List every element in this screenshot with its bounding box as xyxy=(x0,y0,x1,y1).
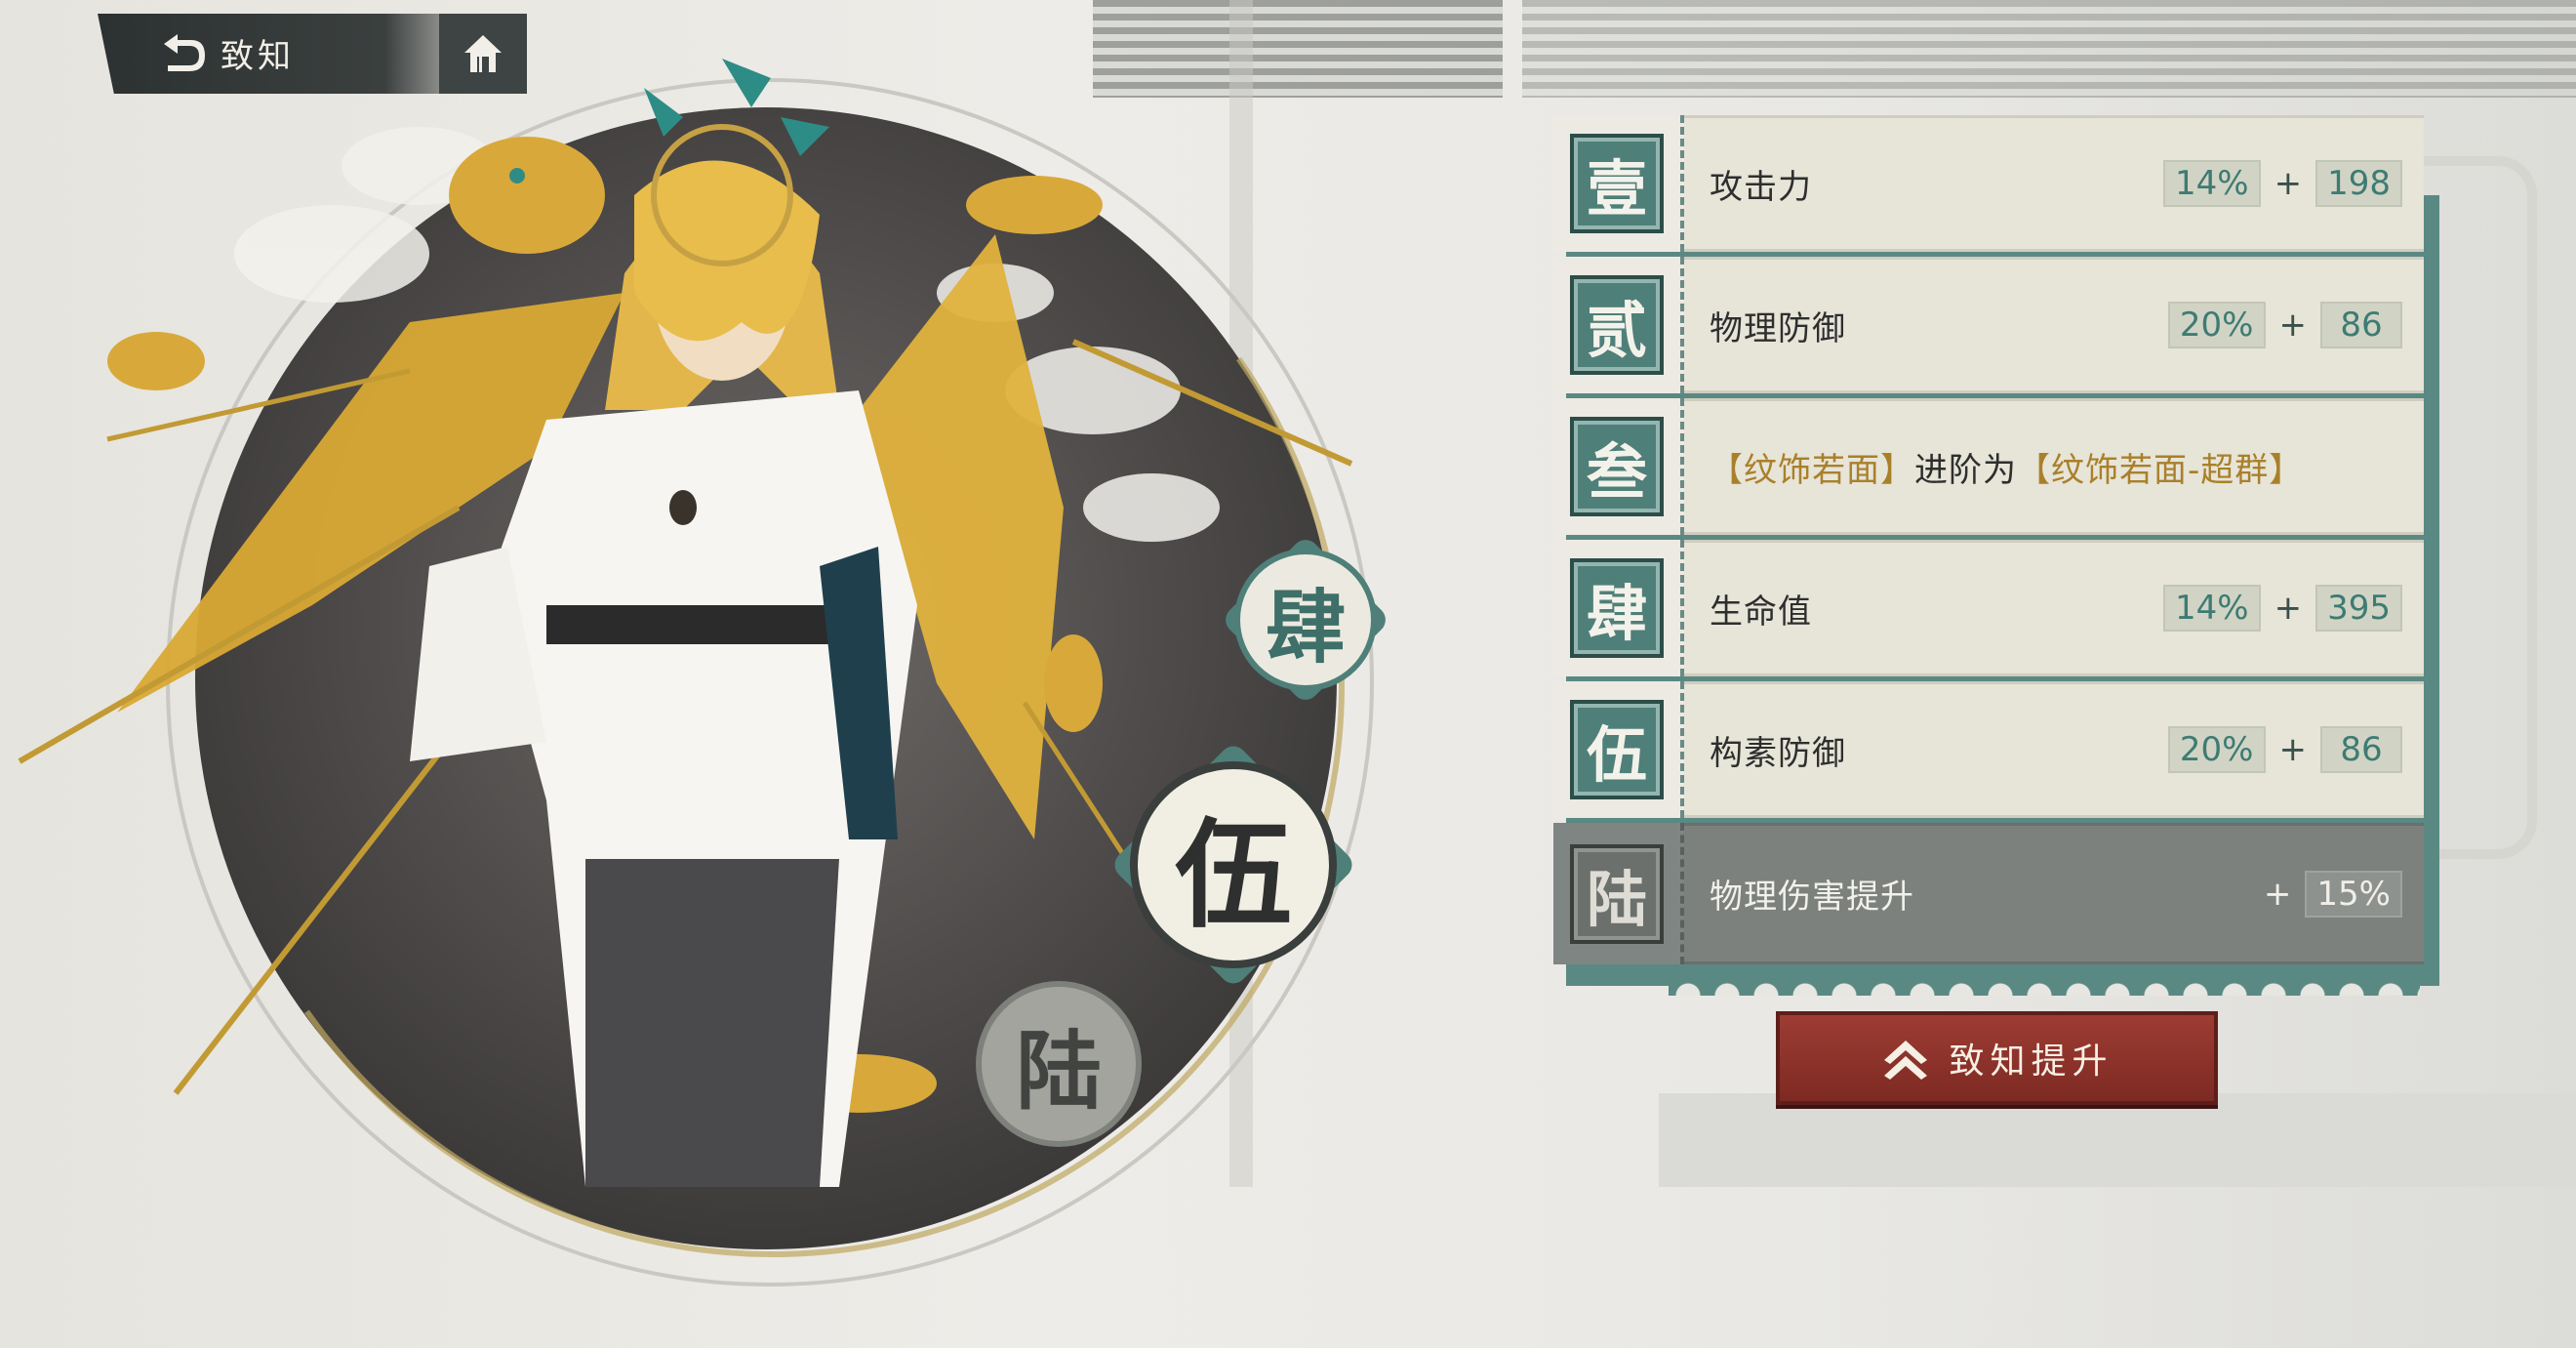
stats-panel-ticket-edge xyxy=(1669,966,2420,996)
node-five[interactable]: 伍 xyxy=(1108,740,1358,990)
upgrade-button[interactable]: 致知提升 xyxy=(1776,1011,2218,1105)
back-button[interactable]: 致知 xyxy=(156,27,295,78)
stat-values: 14% + 395 xyxy=(2163,585,2402,632)
stat-index-cell: 陆 xyxy=(1553,823,1684,964)
stat-row-2[interactable]: 贰 物理防御 20% + 86 xyxy=(1553,257,2424,393)
stat-values: 20% + 86 xyxy=(2167,726,2402,773)
stat-body: 攻击力 14% + 198 xyxy=(1684,115,2424,252)
stat-index-tile: 陆 xyxy=(1570,843,1664,944)
stat-plus: + xyxy=(2274,164,2303,203)
stat-label: 物理伤害提升 xyxy=(1710,878,1914,917)
stat-flat: 198 xyxy=(2315,160,2402,207)
stat-label: 攻击力 xyxy=(1710,167,1812,207)
double-chevron-up-icon xyxy=(1884,1041,1928,1080)
stat-plus: + xyxy=(2278,730,2308,769)
stat-plus: + xyxy=(2278,306,2308,345)
bracket-open: 【 xyxy=(1710,450,1744,490)
stat-plus: + xyxy=(2274,589,2303,628)
stat-index-cell: 肆 xyxy=(1553,540,1684,676)
stat-values: + 15% xyxy=(2263,870,2402,918)
stat-body: 【纹饰若面】进阶为【纹饰若面-超群】 xyxy=(1684,398,2424,535)
stat-row-3[interactable]: 叁 【纹饰若面】进阶为【纹饰若面-超群】 xyxy=(1553,398,2424,535)
skill-name-advanced: 纹饰若面-超群 xyxy=(2051,450,2270,490)
character-illustration xyxy=(18,59,1353,1187)
stat-body: 生命值 14% + 395 xyxy=(1684,540,2424,676)
stat-index-cell: 叁 xyxy=(1553,398,1684,535)
node-four[interactable]: 肆 xyxy=(1220,534,1391,706)
stat-label: 构素防御 xyxy=(1710,733,1846,773)
stat-percent: 20% xyxy=(2167,726,2266,773)
bracket-close: 】 xyxy=(1880,450,1914,490)
node-six[interactable]: 陆 xyxy=(976,981,1142,1147)
stat-values: 20% + 86 xyxy=(2167,302,2402,348)
node-five-label: 伍 xyxy=(1175,806,1292,944)
advance-description: 【纹饰若面】进阶为【纹饰若面-超群】 xyxy=(1710,443,2303,491)
stat-values: 14% + 198 xyxy=(2163,160,2402,207)
stat-body: 物理防御 20% + 86 xyxy=(1684,257,2424,393)
stat-percent: 20% xyxy=(2167,302,2266,348)
stat-flat: 86 xyxy=(2320,726,2402,773)
background-blinds-right xyxy=(1522,0,2576,98)
stat-percent: 14% xyxy=(2163,160,2261,207)
home-button[interactable] xyxy=(439,14,527,94)
skill-name: 纹饰若面 xyxy=(1744,450,1880,490)
stat-row-1[interactable]: 壹 攻击力 14% + 198 xyxy=(1553,115,2424,252)
stat-row-5[interactable]: 伍 构素防御 20% + 86 xyxy=(1553,681,2424,818)
back-arrow-icon xyxy=(164,34,205,71)
stat-label: 物理防御 xyxy=(1710,308,1846,348)
stat-index-cell: 伍 xyxy=(1553,681,1684,818)
stat-flat: 86 xyxy=(2320,302,2402,348)
stat-percent: 14% xyxy=(2163,585,2261,632)
upgrade-button-label: 致知提升 xyxy=(1949,1042,2113,1082)
stat-row-6[interactable]: 陆 物理伤害提升 + 15% xyxy=(1553,823,2424,964)
stat-index-tile: 伍 xyxy=(1570,700,1664,799)
stat-row-4[interactable]: 肆 生命值 14% + 395 xyxy=(1553,540,2424,676)
stat-plus: + xyxy=(2263,874,2292,914)
bracket-close: 】 xyxy=(2269,450,2304,490)
stat-index-tile: 肆 xyxy=(1570,558,1664,658)
node-four-label: 肆 xyxy=(1265,580,1346,674)
stat-index-tile: 叁 xyxy=(1570,417,1664,516)
stat-index-tile: 壹 xyxy=(1570,134,1664,233)
stat-label: 生命值 xyxy=(1710,592,1812,632)
stat-index-tile: 贰 xyxy=(1570,275,1664,375)
home-icon xyxy=(464,35,502,72)
stat-flat: 395 xyxy=(2315,585,2402,632)
node-six-label: 陆 xyxy=(1015,1019,1102,1122)
stat-percent: 15% xyxy=(2305,870,2402,918)
background-shelf xyxy=(1659,1093,2576,1187)
stat-index-cell: 壹 xyxy=(1553,115,1684,252)
back-button-label: 致知 xyxy=(221,36,295,76)
bracket-open: 【 xyxy=(2017,450,2051,490)
advance-text: 进阶为 xyxy=(1914,450,2017,490)
stat-body: 物理伤害提升 + 15% xyxy=(1684,823,2424,964)
stat-body: 构素防御 20% + 86 xyxy=(1684,681,2424,818)
stat-index-cell: 贰 xyxy=(1553,257,1684,393)
